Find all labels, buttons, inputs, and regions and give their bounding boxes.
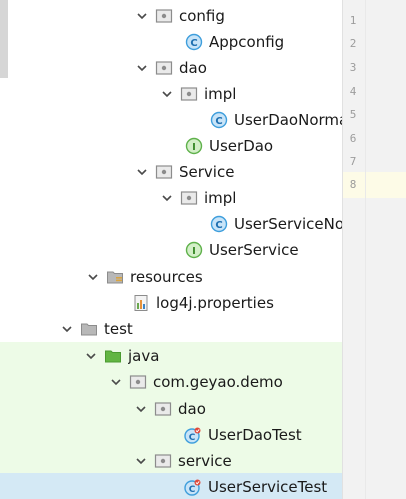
chevron-down-icon[interactable] [134,454,148,468]
tree-item-test[interactable]: test [0,316,342,342]
package-icon [154,452,172,470]
tree-item-label: UserDao [209,137,274,155]
package-icon [129,373,147,391]
chevron-down-icon[interactable] [135,165,149,179]
tree-item-label: impl [204,85,237,103]
svg-text:C: C [215,220,222,231]
class-icon: C [210,111,228,129]
tree-item-label: dao [178,400,206,418]
line-number: 4 [349,85,357,98]
tree-item-label: UserService [209,241,299,259]
line-number: 8 [349,178,357,191]
tree-item-com-geyao-demo[interactable]: com.geyao.demo [0,369,342,395]
interface-icon: I [185,241,203,259]
chevron-down-icon[interactable] [160,191,174,205]
tree-item-label: com.geyao.demo [153,373,283,391]
svg-text:I: I [192,142,196,153]
tree-item-userdaonormal[interactable]: C UserDaoNorma [0,107,342,133]
properties-file-icon [132,294,150,312]
tree-item-appconfig[interactable]: C Appconfig [0,29,342,55]
tree-item-label: dao [179,59,207,77]
tree-item-label: resources [130,268,203,286]
chevron-down-icon[interactable] [134,402,148,416]
tree-item-userservicenormal[interactable]: C UserServiceNor [0,211,342,237]
package-icon [180,85,198,103]
interface-icon: I [185,137,203,155]
line-number: 6 [349,132,357,145]
project-tree: config C Appconfig dao impl C UserDaoNor… [0,0,342,499]
tree-item-service-impl[interactable]: impl [0,185,342,211]
chevron-down-icon[interactable] [160,87,174,101]
tree-item-label: service [178,452,232,470]
tree-item-userservice[interactable]: I UserService [0,237,342,263]
folder-icon [80,320,98,338]
tree-item-label: UserServiceTest [208,478,328,496]
class-icon: C [185,33,203,51]
tree-item-userdao[interactable]: I UserDao [0,133,342,159]
test-folder-icon [104,347,122,365]
package-icon [155,59,173,77]
tree-item-label: Service [179,163,235,181]
chevron-down-icon[interactable] [60,322,74,336]
class-icon: C [210,215,228,233]
package-icon [180,189,198,207]
package-icon [154,400,172,418]
line-number: 1 [349,14,357,27]
tree-item-userdaotest[interactable]: C UserDaoTest [0,422,342,448]
tree-item-label: Appconfig [209,33,285,51]
svg-text:C: C [215,116,222,127]
tree-item-service[interactable]: Service [0,159,342,185]
tree-item-label: test [104,320,133,338]
tree-item-dao-impl[interactable]: impl [0,81,342,107]
svg-text:C: C [189,433,196,443]
tree-item-label: UserServiceNor [234,215,342,233]
package-icon [155,163,173,181]
gutter-divider [365,0,366,499]
chevron-down-icon[interactable] [84,349,98,363]
editor-gutter: 1 2 3 4 5 6 7 8 [342,0,406,499]
tree-item-label: UserDaoNorma [234,111,342,129]
tree-item-resources[interactable]: resources [0,264,342,290]
line-number: 2 [349,37,357,50]
chevron-down-icon[interactable] [109,375,123,389]
line-number: 3 [349,61,357,74]
svg-text:I: I [192,246,196,257]
tree-item-test-service[interactable]: service [0,448,342,474]
tree-item-dao[interactable]: dao [0,55,342,81]
line-number: 5 [349,108,357,121]
chevron-down-icon[interactable] [86,270,100,284]
resources-folder-icon [106,268,124,286]
chevron-down-icon[interactable] [135,61,149,75]
test-class-icon: C [184,478,202,496]
tree-item-test-dao[interactable]: dao [0,396,342,422]
tree-item-label: log4j.properties [156,294,274,312]
tree-item-label: java [128,347,160,365]
tree-item-label: config [179,7,225,25]
chevron-down-icon[interactable] [135,9,149,23]
line-number: 7 [349,155,357,168]
svg-text:C: C [190,38,197,49]
test-class-icon: C [184,426,202,444]
package-icon [155,7,173,25]
tree-item-config[interactable]: config [0,3,342,29]
tree-item-log4j-properties[interactable]: log4j.properties [0,290,342,316]
svg-text:C: C [189,485,196,495]
tree-item-label: impl [204,189,237,207]
tree-item-userservicetest[interactable]: C UserServiceTest [0,474,342,499]
tree-item-java[interactable]: java [0,343,342,369]
tree-item-label: UserDaoTest [208,426,302,444]
